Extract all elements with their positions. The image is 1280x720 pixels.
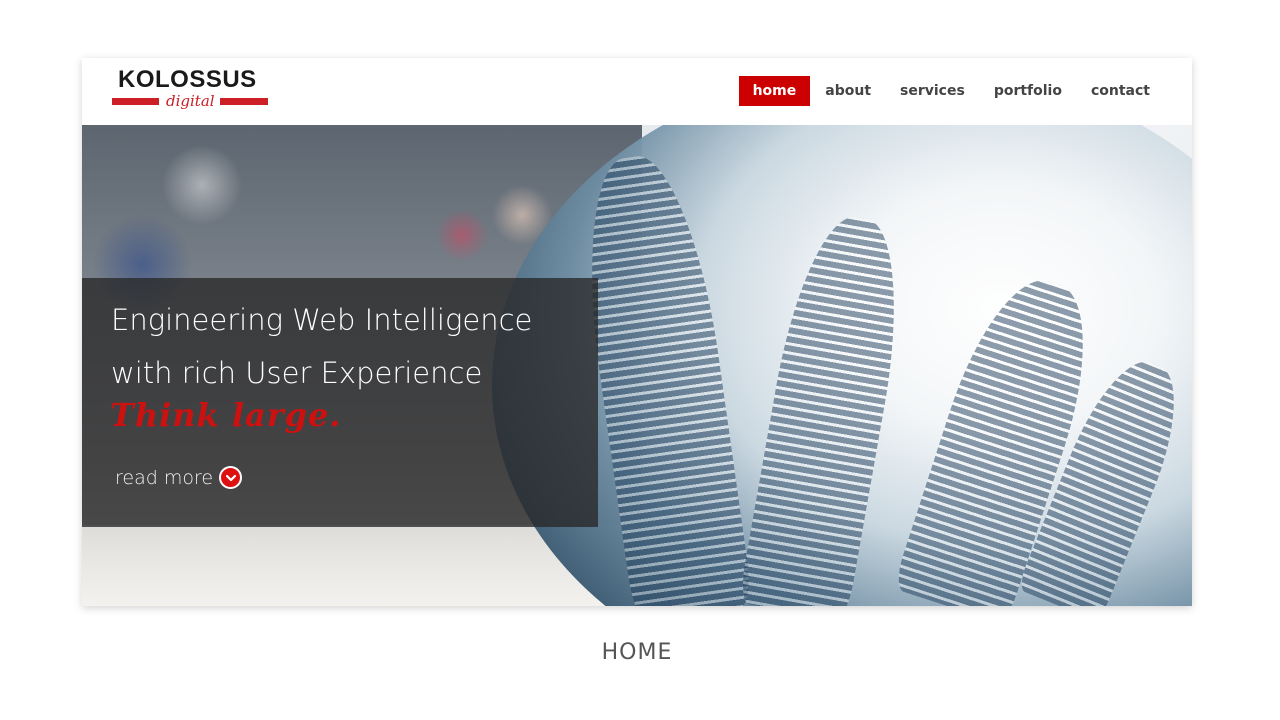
site-header: KOLOSSUS digital home about services por… — [82, 58, 1192, 125]
website-frame: KOLOSSUS digital home about services por… — [82, 58, 1192, 606]
logo-bar-right — [220, 98, 268, 105]
nav-item-contact[interactable]: contact — [1077, 76, 1164, 106]
logo-wordmark: KOLOSSUS — [118, 66, 257, 93]
read-more-link[interactable]: read more — [115, 466, 243, 489]
hero-headline-line1: Engineering Web Intelligence — [111, 303, 533, 337]
hero-banner: Engineering Web Intelligence with rich U… — [82, 125, 1192, 606]
main-nav: home about services portfolio contact — [738, 76, 1164, 106]
nav-item-portfolio[interactable]: portfolio — [980, 76, 1076, 106]
page-caption: HOME — [601, 640, 673, 665]
chevron-down-circle-icon[interactable] — [219, 466, 243, 489]
brand-logo[interactable]: KOLOSSUS digital — [112, 66, 268, 116]
read-more-label: read more — [115, 466, 214, 489]
logo-subtitle: digital — [166, 92, 215, 110]
hero-text-panel: Engineering Web Intelligence with rich U… — [82, 278, 598, 527]
logo-bar-left — [112, 98, 159, 105]
nav-item-home[interactable]: home — [738, 76, 811, 106]
nav-item-about[interactable]: about — [811, 76, 885, 106]
hero-headline: Engineering Web Intelligence with rich U… — [111, 294, 591, 400]
hero-tagline: Think large. — [110, 396, 342, 434]
hero-headline-line2: with rich User Experience — [111, 356, 483, 390]
chevron-down-icon — [225, 474, 236, 481]
nav-item-services[interactable]: services — [886, 76, 979, 106]
